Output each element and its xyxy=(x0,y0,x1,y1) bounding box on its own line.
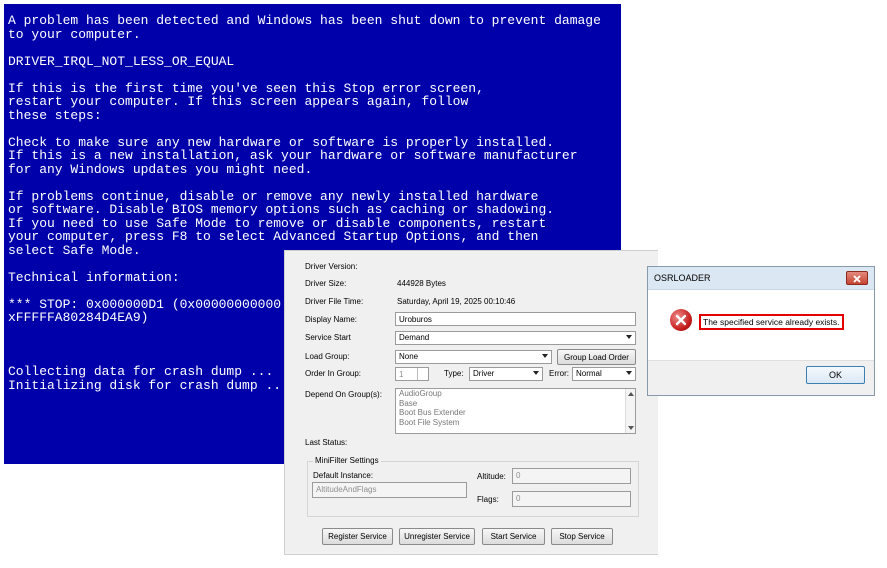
list-item[interactable]: AudioGroup xyxy=(396,389,635,399)
depend-on-groups-list[interactable]: AudioGroup Base Boot Bus Extender Boot File… xyxy=(395,388,636,434)
load-group-label: Load Group: xyxy=(305,352,350,361)
display-name-input[interactable]: Uroburos xyxy=(395,312,636,326)
close-icon xyxy=(853,275,861,283)
load-group-select[interactable]: None xyxy=(395,350,552,364)
driver-size-value: 444928 Bytes xyxy=(397,279,446,288)
start-service-button[interactable]: Start Service xyxy=(482,528,545,545)
type-label: Type: xyxy=(444,369,464,378)
flags-label: Flags: xyxy=(477,495,499,504)
driver-file-time-value: Saturday, April 19, 2025 00:10:46 xyxy=(397,297,516,306)
dialog-titlebar: OSRLOADER xyxy=(648,267,874,290)
type-select[interactable]: Driver xyxy=(469,367,543,381)
last-status-label: Last Status: xyxy=(305,438,348,447)
unregister-service-button[interactable]: Unregister Service xyxy=(399,528,475,545)
ok-button[interactable]: OK xyxy=(806,366,865,384)
order-in-group-value: 1 xyxy=(399,370,404,379)
driver-file-time-label: Driver File Time: xyxy=(305,297,364,306)
display-name-label: Display Name: xyxy=(305,315,358,324)
driver-settings-panel: Driver Version: Driver Size: 444928 Byte… xyxy=(284,250,658,555)
register-service-button[interactable]: Register Service xyxy=(322,528,393,545)
error-label: Error: xyxy=(549,369,569,378)
error-select[interactable]: Normal xyxy=(572,367,636,381)
order-in-group-stepper[interactable]: 1 xyxy=(395,367,429,381)
depend-on-groups-label: Depend On Group(s): xyxy=(305,390,382,399)
dialog-title: OSRLOADER xyxy=(654,273,711,283)
error-icon xyxy=(670,309,692,331)
list-item[interactable]: Boot File System xyxy=(396,418,635,428)
spin-arrows-icon xyxy=(417,368,428,380)
scroll-up-icon xyxy=(628,392,634,396)
osrloader-error-dialog: OSRLOADER The specified service already … xyxy=(647,266,875,396)
stop-service-button[interactable]: Stop Service xyxy=(551,528,613,545)
error-value: Normal xyxy=(576,369,602,378)
flags-field[interactable]: 0 xyxy=(512,491,631,507)
default-instance-label: Default Instance: xyxy=(313,471,374,480)
altitude-label: Altitude: xyxy=(477,472,506,481)
chevron-down-icon xyxy=(533,371,539,375)
close-button[interactable] xyxy=(846,271,868,285)
service-start-value: Demand xyxy=(399,333,430,342)
chevron-down-icon xyxy=(626,371,632,375)
error-message: The specified service already exists. xyxy=(699,314,844,330)
default-instance-field[interactable]: AltitudeAndFlags xyxy=(312,482,467,498)
load-group-value: None xyxy=(399,352,419,361)
scrollbar[interactable] xyxy=(625,389,635,433)
service-start-label: Service Start xyxy=(305,333,351,342)
minifilter-settings-label: MiniFilter Settings xyxy=(313,456,381,465)
type-value: Driver xyxy=(473,369,495,378)
chevron-down-icon xyxy=(626,335,632,339)
scroll-down-icon xyxy=(628,426,634,430)
list-item[interactable]: Base xyxy=(396,399,635,409)
chevron-down-icon xyxy=(542,354,548,358)
altitude-field[interactable]: 0 xyxy=(512,468,631,484)
driver-version-label: Driver Version: xyxy=(305,262,358,271)
driver-size-label: Driver Size: xyxy=(305,279,347,288)
group-load-order-button[interactable]: Group Load Order xyxy=(557,349,636,365)
service-start-select[interactable]: Demand xyxy=(395,331,636,345)
order-in-group-label: Order In Group: xyxy=(305,369,362,378)
list-item[interactable]: Boot Bus Extender xyxy=(396,408,635,418)
